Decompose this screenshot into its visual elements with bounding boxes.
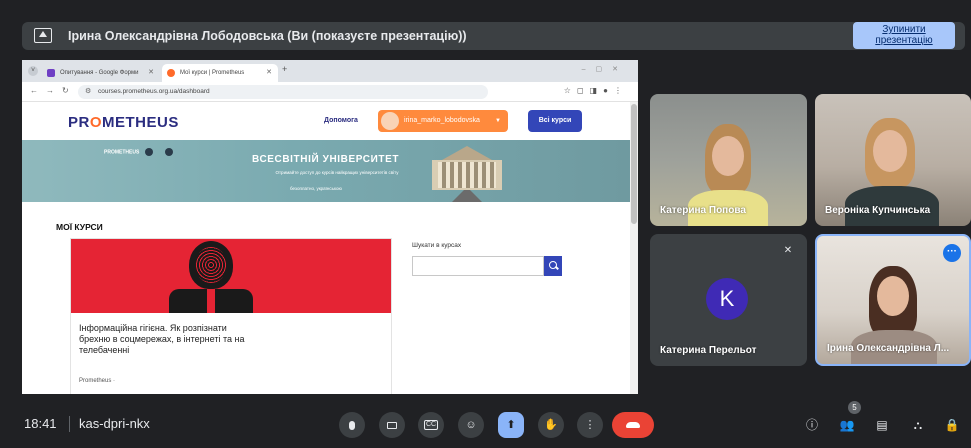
stop-presenting-button[interactable]: Зупинити презентацію bbox=[853, 22, 955, 49]
window-controls[interactable]: –▢✕ bbox=[582, 65, 628, 73]
url-text: courses.prometheus.org.ua/dashboard bbox=[98, 88, 210, 95]
present-now-button[interactable]: ⬆ bbox=[498, 412, 524, 438]
reactions-button[interactable]: ☺ bbox=[458, 412, 484, 438]
search-courses-input[interactable] bbox=[412, 256, 544, 276]
end-call-icon bbox=[626, 422, 640, 429]
logo-text-pre: PR bbox=[68, 114, 90, 131]
browser-tab-prometheus[interactable]: Мої курси | Prometheus ✕ bbox=[162, 64, 278, 82]
participant-tile[interactable]: Катерина Попова bbox=[650, 94, 807, 226]
participant-name: Катерина Перельот bbox=[660, 345, 757, 356]
tab-label: Мої курси | Prometheus bbox=[180, 70, 245, 76]
site-header: PROMETHEUS Допомога irina_marko_lobodovs… bbox=[22, 102, 630, 140]
prometheus-favicon-icon bbox=[167, 69, 175, 77]
presenting-bar: Ірина Олександрівна Лободовська (Ви (пок… bbox=[22, 22, 965, 50]
chat-icon[interactable]: ▤ bbox=[873, 416, 891, 434]
meeting-info-icon[interactable]: ⓘ bbox=[803, 416, 821, 434]
chevron-down-icon: ▼ bbox=[495, 118, 501, 124]
course-card[interactable]: Інформаційна гігієна. Як розпізнати брех… bbox=[70, 238, 392, 394]
google-forms-favicon-icon bbox=[47, 69, 55, 77]
hand-icon: ✋ bbox=[544, 419, 558, 431]
participant-tile-self[interactable]: ··· Ірина Олександрівна Л... bbox=[815, 234, 971, 366]
activities-icon[interactable]: ⛬ bbox=[909, 416, 927, 434]
more-vert-icon: ⋮ bbox=[584, 419, 596, 431]
more-options-button[interactable]: ⋮ bbox=[577, 412, 603, 438]
microphone-button[interactable] bbox=[339, 412, 365, 438]
banner-title: ВСЕСВІТНІЙ УНІВЕРСИТЕТ bbox=[252, 154, 400, 165]
captions-button[interactable]: CC bbox=[418, 412, 444, 438]
forward-icon[interactable]: → bbox=[46, 86, 54, 95]
close-tab-icon[interactable]: ✕ bbox=[266, 64, 272, 82]
user-menu-button[interactable]: irina_marko_lobodovska ▼ bbox=[378, 110, 508, 132]
tab-search-icon[interactable]: ˅ bbox=[28, 66, 38, 76]
mic-off-icon: ✕ bbox=[783, 245, 793, 256]
participant-name: Ірина Олександрівна Л... bbox=[827, 343, 950, 354]
search-icon[interactable] bbox=[544, 256, 562, 276]
close-tab-icon[interactable]: ✕ bbox=[148, 64, 154, 82]
tab-label: Опитування - Google Форми bbox=[60, 70, 139, 76]
new-tab-icon[interactable]: + bbox=[282, 64, 287, 74]
shared-screen: ˅ Опитування - Google Форми ✕ Мої курси … bbox=[22, 60, 638, 394]
logo-text-post: METHEUS bbox=[102, 114, 179, 131]
participant-name: Катерина Попова bbox=[660, 205, 746, 216]
banner-logo-text: PROMETHEUS bbox=[104, 149, 140, 156]
page-scrollbar[interactable] bbox=[630, 102, 638, 394]
presenting-title: Ірина Олександрівна Лободовська (Ви (пок… bbox=[68, 29, 467, 43]
search-courses-label: Шукати в курсах bbox=[412, 242, 462, 249]
leave-call-button[interactable] bbox=[612, 412, 654, 438]
people-icon[interactable]: 👥 bbox=[838, 416, 856, 434]
banner-subtitle: Отримайте доступ до курсів найкращих уні… bbox=[275, 170, 399, 175]
browser-tab-google-forms[interactable]: Опитування - Google Форми ✕ bbox=[42, 64, 160, 82]
course-title[interactable]: Інформаційна гігієна. Як розпізнати брех… bbox=[79, 323, 249, 356]
participant-tile[interactable]: Вероніка Купчинська bbox=[815, 94, 971, 226]
present-icon: ⬆ bbox=[506, 419, 516, 431]
logo-text-o: O bbox=[89, 114, 103, 131]
site-info-icon[interactable]: ⚙ bbox=[85, 85, 91, 99]
back-icon[interactable]: ← bbox=[30, 86, 38, 95]
university-building-image bbox=[422, 146, 512, 202]
participant-avatar: K bbox=[706, 278, 748, 320]
more-options-icon[interactable]: ··· bbox=[943, 244, 961, 262]
captions-icon: CC bbox=[423, 420, 439, 431]
host-controls-icon[interactable]: 🔒 bbox=[943, 416, 961, 434]
address-bar[interactable]: ⚙ courses.prometheus.org.ua/dashboard bbox=[78, 85, 488, 99]
user-avatar bbox=[381, 112, 399, 130]
browser-toolbar-icons[interactable]: ☆◻◨●⋮ bbox=[564, 86, 628, 95]
reload-icon[interactable]: ↻ bbox=[62, 86, 69, 95]
clock: 18:41 bbox=[24, 416, 57, 431]
help-link[interactable]: Допомога bbox=[324, 117, 358, 124]
participant-count-badge: 5 bbox=[848, 401, 861, 414]
my-courses-heading: МОЇ КУРСИ bbox=[56, 222, 103, 232]
participant-name: Вероніка Купчинська bbox=[825, 205, 931, 216]
prometheus-logo[interactable]: PROMETHEUS bbox=[68, 114, 179, 131]
meeting-code: kas-dpri-nkx bbox=[79, 416, 150, 431]
username: irina_marko_lobodovska bbox=[404, 117, 480, 124]
participant-tile[interactable]: ✕ K Катерина Перельот bbox=[650, 234, 807, 366]
banner-note: безоплатно, українською bbox=[290, 186, 342, 191]
raise-hand-button[interactable]: ✋ bbox=[538, 412, 564, 438]
mic-icon bbox=[349, 420, 355, 430]
course-cover-image[interactable] bbox=[71, 239, 391, 313]
banner-partner-logos: PROMETHEUS bbox=[104, 148, 179, 156]
course-organization: Prometheus · bbox=[79, 378, 116, 384]
camera-button[interactable] bbox=[379, 412, 405, 438]
camera-icon bbox=[387, 421, 397, 429]
university-banner[interactable]: PROMETHEUS ВСЕСВІТНІЙ УНІВЕРСИТЕТ Отрима… bbox=[22, 140, 630, 202]
all-courses-button[interactable]: Всі курси bbox=[528, 110, 582, 132]
divider bbox=[69, 416, 70, 432]
address-row: ← → ↻ ⚙ courses.prometheus.org.ua/dashbo… bbox=[22, 82, 638, 102]
emoji-icon: ☺ bbox=[465, 419, 477, 431]
browser-tab-strip: ˅ Опитування - Google Форми ✕ Мої курси … bbox=[22, 60, 638, 82]
present-screen-icon bbox=[34, 28, 52, 43]
